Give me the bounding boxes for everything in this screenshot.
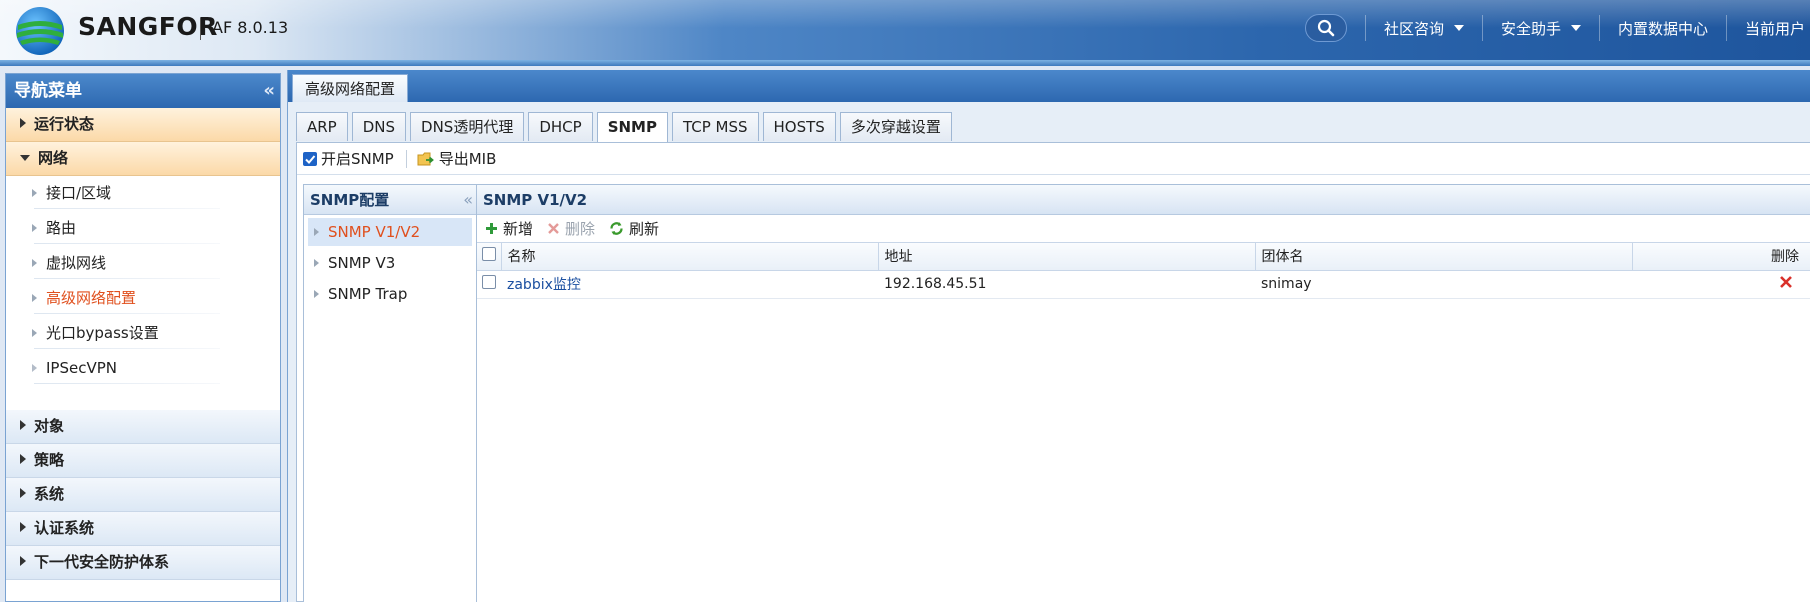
row-address: 192.168.45.51 <box>878 270 1255 299</box>
app-header: SANGFOR AF 8.0.13 社区咨询 安全助手 内置数据中心 当前用户 <box>0 0 1810 60</box>
collapse-icon[interactable]: « <box>463 185 473 215</box>
tree-item-snmp-v1v2[interactable]: SNMP V1/V2 <box>308 218 472 246</box>
sidebar-item-virtual-wire[interactable]: 虚拟网线 <box>6 246 280 281</box>
export-folder-icon <box>417 152 434 165</box>
chevron-down-icon <box>20 155 30 161</box>
subtab-hosts[interactable]: HOSTS <box>762 112 836 141</box>
sidebar-group-network[interactable]: 网络 <box>6 142 280 176</box>
sidebar-group-auth[interactable]: 认证系统 <box>6 512 280 546</box>
brand-name: SANGFOR <box>78 12 218 41</box>
sidebar-group-policy[interactable]: 策略 <box>6 444 280 478</box>
chevron-right-icon <box>32 189 37 197</box>
nav-sidebar: 导航菜单 « 运行状态 网络 接口/区域 路由 虚拟网线 高级网络配置 光口by… <box>5 73 281 602</box>
chevron-down-icon <box>1454 25 1465 31</box>
sidebar-group-objects[interactable]: 对象 <box>6 410 280 444</box>
subtab-bar: ARP DNS DNS透明代理 DHCP SNMP TCP MSS HOSTS … <box>296 112 956 142</box>
plus-icon <box>485 222 498 235</box>
row-community: snimay <box>1255 270 1632 299</box>
chevron-right-icon <box>20 556 26 566</box>
chevron-right-icon <box>314 259 319 267</box>
row-checkbox[interactable] <box>482 275 496 289</box>
chevron-right-icon <box>32 259 37 267</box>
column-header-name[interactable]: 名称 <box>501 243 879 271</box>
check-icon <box>305 154 316 164</box>
add-button[interactable]: 新增 <box>485 218 533 239</box>
header-divider <box>0 60 1810 66</box>
chevron-right-icon <box>32 364 37 372</box>
sidebar-item-bypass[interactable]: 光口bypass设置 <box>6 316 280 351</box>
column-header-community[interactable]: 团体名 <box>1255 243 1633 271</box>
chevron-right-icon <box>20 488 26 498</box>
top-nav: 社区咨询 安全助手 内置数据中心 当前用户 <box>1365 0 1810 56</box>
chevron-right-icon <box>32 294 37 302</box>
grid-toolbar: 新增 删除 刷新 <box>477 215 1810 243</box>
nav-current-user[interactable]: 当前用户 <box>1727 18 1810 39</box>
table-row[interactable]: zabbix监控 192.168.45.51 snimay <box>477 270 1810 299</box>
sidebar-item-advanced-network[interactable]: 高级网络配置 <box>6 281 280 316</box>
snmp-toolbar: 开启SNMP 导出MIB <box>297 143 1810 175</box>
sidebar-group-ngsp[interactable]: 下一代安全防护体系 <box>6 546 280 580</box>
sidebar-item-ipsecvpn[interactable]: IPSecVPN <box>6 351 280 386</box>
row-name-link[interactable]: zabbix监控 <box>507 277 581 293</box>
column-header-address[interactable]: 地址 <box>878 243 1256 271</box>
search-icon <box>1317 19 1335 37</box>
tree-item-snmp-trap[interactable]: SNMP Trap <box>308 280 472 308</box>
chevron-right-icon <box>314 228 319 236</box>
nav-data-center[interactable]: 内置数据中心 <box>1600 18 1726 39</box>
snmp-content: 开启SNMP 导出MIB SNMP配置 « SNMP V1/V2 SNMP V3 <box>296 142 1810 602</box>
enable-snmp-label[interactable]: 开启SNMP <box>321 148 394 169</box>
brand-separator <box>200 18 201 40</box>
search-button[interactable] <box>1305 14 1347 42</box>
chevron-right-icon <box>20 420 26 430</box>
column-header-delete: 删除 <box>1632 243 1810 271</box>
sidebar-item-routing[interactable]: 路由 <box>6 211 280 246</box>
subtab-arp[interactable]: ARP <box>296 112 348 141</box>
grid-title: SNMP V1/V2 <box>477 185 1810 215</box>
sidebar-title: 导航菜单 « <box>6 74 280 108</box>
snmp-table: 名称 地址 团体名 删除 zabbix监控 192.168.45.51 snim… <box>477 243 1810 299</box>
subtab-multi-traverse[interactable]: 多次穿越设置 <box>839 112 952 141</box>
tab-advanced-network[interactable]: 高级网络配置 <box>292 74 409 102</box>
main-tabbar: 高级网络配置 <box>288 70 1810 102</box>
chevron-right-icon <box>314 290 319 298</box>
delete-row-icon[interactable] <box>1779 275 1793 289</box>
snmp-tree-panel: SNMP配置 « SNMP V1/V2 SNMP V3 SNMP Trap <box>303 184 477 602</box>
chevron-right-icon <box>20 454 26 464</box>
subtab-dns-proxy[interactable]: DNS透明代理 <box>410 112 525 141</box>
sidebar-group-status[interactable]: 运行状态 <box>6 108 280 142</box>
sangfor-logo-icon <box>16 7 64 55</box>
version-label: AF 8.0.13 <box>212 18 289 37</box>
snmp-grid-panel: SNMP V1/V2 新增 删除 刷新 名称 地址 团体名 删除 zabbix监… <box>477 184 1810 602</box>
enable-snmp-checkbox[interactable] <box>303 151 317 166</box>
refresh-icon <box>609 221 624 236</box>
close-icon <box>547 222 560 235</box>
chevron-right-icon <box>32 224 37 232</box>
nav-community[interactable]: 社区咨询 <box>1366 18 1482 39</box>
main-panel: 高级网络配置 ARP DNS DNS透明代理 DHCP SNMP TCP MSS… <box>287 70 1810 602</box>
nav-security-assistant[interactable]: 安全助手 <box>1483 18 1599 39</box>
collapse-icon[interactable]: « <box>263 74 275 108</box>
chevron-right-icon <box>20 118 26 128</box>
chevron-right-icon <box>32 329 37 337</box>
subtab-dns[interactable]: DNS <box>351 112 407 141</box>
tree-item-snmp-v3[interactable]: SNMP V3 <box>308 249 472 277</box>
sidebar-group-system[interactable]: 系统 <box>6 478 280 512</box>
snmp-tree-title: SNMP配置 « <box>304 185 476 215</box>
sidebar-item-interfaces[interactable]: 接口/区域 <box>6 176 280 211</box>
select-all-checkbox[interactable] <box>482 247 496 262</box>
chevron-down-icon <box>1571 25 1582 31</box>
table-header-row: 名称 地址 团体名 删除 <box>477 243 1810 271</box>
subtab-dhcp[interactable]: DHCP <box>528 112 593 141</box>
export-mib-button[interactable]: 导出MIB <box>417 148 496 169</box>
refresh-button[interactable]: 刷新 <box>609 218 659 239</box>
subtab-snmp[interactable]: SNMP <box>596 112 668 142</box>
chevron-right-icon <box>20 522 26 532</box>
subtab-tcp-mss[interactable]: TCP MSS <box>671 112 759 141</box>
delete-button[interactable]: 删除 <box>547 218 595 239</box>
